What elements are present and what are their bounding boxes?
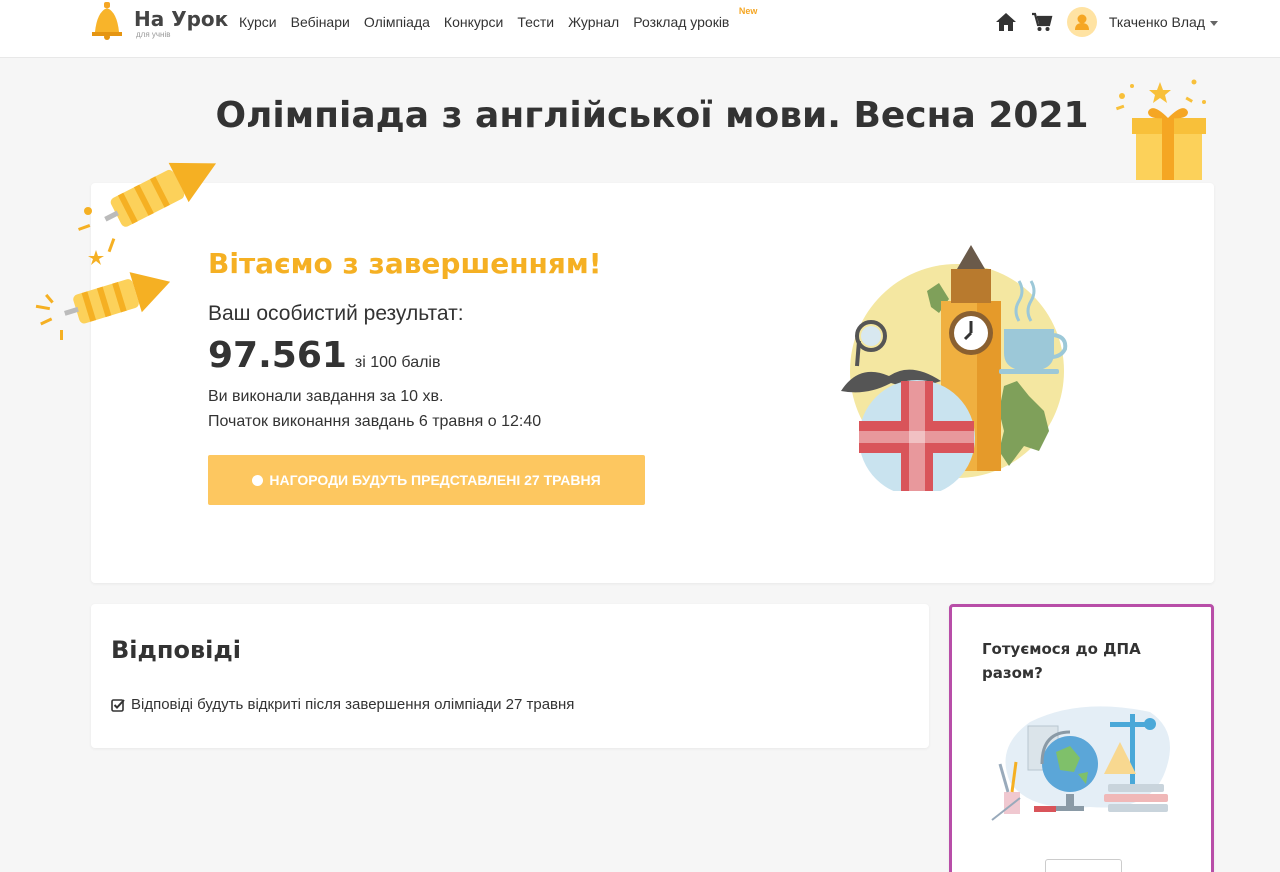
new-badge: New: [738, 6, 758, 16]
answers-note: Відповіді будуть відкриті після завершен…: [111, 696, 574, 713]
nav-schedule-label: Розклад уроків: [633, 14, 730, 30]
main-nav: Курси Вебінари Олімпіада Конкурси Тести …: [239, 0, 757, 44]
awards-button[interactable]: НАГОРОДИ БУДУТЬ ПРЕДСТАВЛЕНІ 27 ТРАВНЯ: [208, 455, 645, 505]
nav-tests[interactable]: Тести: [517, 14, 554, 30]
dpa-more-button[interactable]: [1045, 859, 1122, 872]
nav-olympiad[interactable]: Олімпіада: [364, 14, 430, 30]
avatar[interactable]: [1066, 7, 1097, 37]
page-title: Олімпіада з англійської мови. Весна 2021: [215, 95, 1089, 136]
logo[interactable]: На Урок для учнів: [90, 2, 228, 46]
study-illustration: [990, 702, 1180, 827]
top-navbar: На Урок для учнів Курси Вебінари Олімпіа…: [0, 0, 1280, 58]
user-icon: [1074, 14, 1089, 30]
nav-contests[interactable]: Конкурси: [444, 14, 503, 30]
user-menu[interactable]: Ткаченко Влад: [1109, 14, 1218, 30]
completion-time: Ви виконали завдання за 10 хв.: [208, 388, 444, 405]
answers-title: Відповіді: [111, 636, 241, 664]
logo-subtitle: для учнів: [136, 30, 171, 39]
dpa-promo-card[interactable]: Готуємося до ДПА разом?: [949, 604, 1214, 872]
congrats-heading: Вітаємо з завершенням!: [208, 247, 602, 280]
checkbox-check-icon: [111, 698, 125, 712]
user-area: Ткаченко Влад: [981, 0, 1218, 44]
dot-icon: [252, 474, 264, 486]
cart-icon[interactable]: [1031, 11, 1053, 33]
chevron-down-icon: [1210, 20, 1218, 26]
bell-logo-icon: [90, 2, 124, 40]
gift-icon: [1108, 72, 1212, 184]
score-line: 97.561 зі 100 балів: [208, 335, 440, 376]
score-max: зі 100 балів: [354, 354, 441, 371]
answers-card: Відповіді Відповіді будуть відкриті післ…: [91, 604, 929, 748]
nav-journal[interactable]: Журнал: [568, 14, 619, 30]
nav-webinars[interactable]: Вебінари: [291, 14, 350, 30]
result-label: Ваш особистий результат:: [208, 302, 464, 325]
firework-rockets-icon: [34, 158, 234, 343]
awards-button-label: НАГОРОДИ БУДУТЬ ПРЕДСТАВЛЕНІ 27 ТРАВНЯ: [269, 472, 601, 488]
uk-illustration: [839, 241, 1079, 496]
start-time: Початок виконання завдань 6 травня о 12:…: [208, 413, 542, 430]
dpa-title: Готуємося до ДПА разом?: [982, 640, 1141, 682]
result-card: Вітаємо з завершенням! Ваш особистий рез…: [91, 183, 1214, 583]
home-icon[interactable]: [995, 11, 1017, 33]
answers-note-text: Відповіді будуть відкриті після завершен…: [131, 696, 575, 713]
user-name: Ткаченко Влад: [1108, 14, 1205, 30]
nav-courses[interactable]: Курси: [239, 14, 277, 30]
nav-schedule[interactable]: Розклад уроків New: [633, 6, 757, 30]
